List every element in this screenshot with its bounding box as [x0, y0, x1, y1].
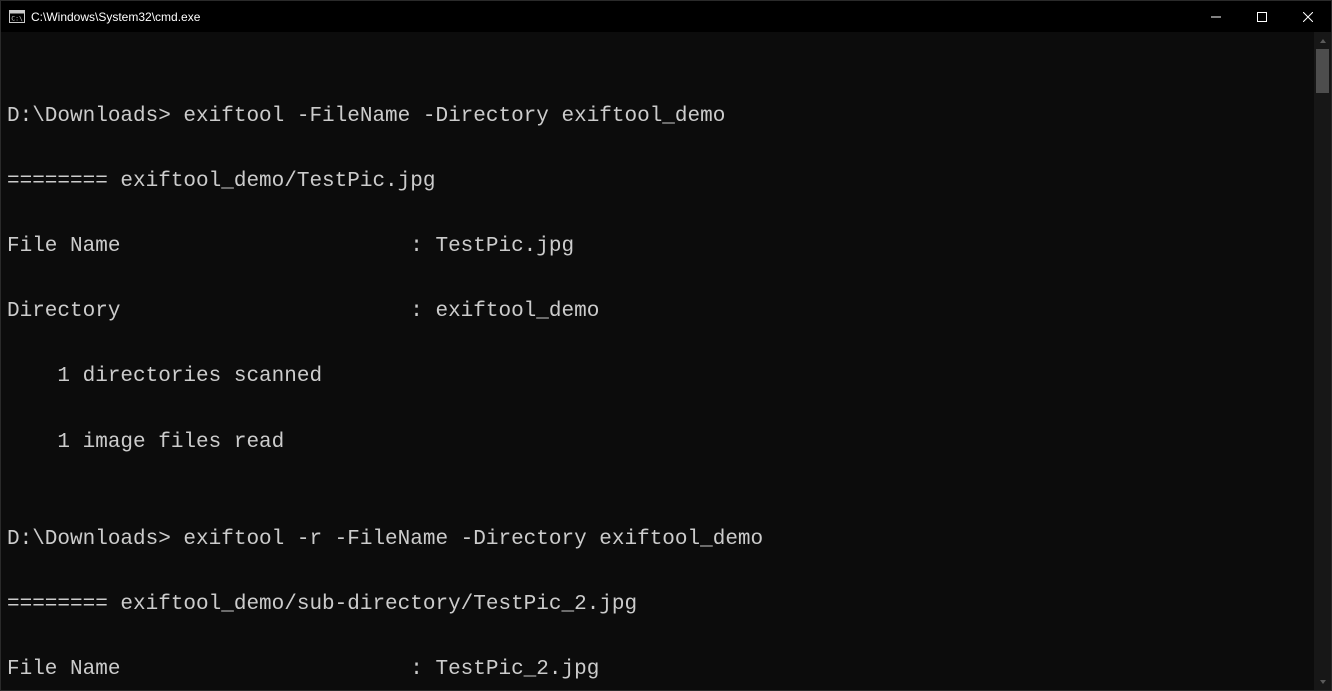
scroll-up-arrow-icon[interactable] [1314, 32, 1331, 49]
scroll-down-arrow-icon[interactable] [1314, 673, 1331, 690]
close-button[interactable] [1285, 1, 1331, 32]
client-area: D:\Downloads> exiftool -FileName -Direct… [1, 32, 1331, 690]
titlebar[interactable]: C:\ C:\Windows\System32\cmd.exe [1, 1, 1331, 32]
terminal-output[interactable]: D:\Downloads> exiftool -FileName -Direct… [1, 32, 1314, 690]
minimize-button[interactable] [1193, 1, 1239, 32]
terminal-line: D:\Downloads> exiftool -FileName -Direct… [7, 101, 1308, 134]
terminal-line: ======== exiftool_demo/sub-directory/Tes… [7, 589, 1308, 622]
terminal-line: ======== exiftool_demo/TestPic.jpg [7, 166, 1308, 199]
cmd-icon: C:\ [9, 9, 25, 25]
maximize-button[interactable] [1239, 1, 1285, 32]
window-controls [1193, 1, 1331, 32]
vertical-scrollbar[interactable] [1314, 32, 1331, 690]
window-title: C:\Windows\System32\cmd.exe [31, 10, 200, 24]
terminal-line: D:\Downloads> exiftool -r -FileName -Dir… [7, 524, 1308, 557]
svg-text:C:\: C:\ [11, 14, 23, 22]
terminal-line: 1 directories scanned [7, 361, 1308, 394]
terminal-line: File Name : TestPic.jpg [7, 231, 1308, 264]
terminal-line: 1 image files read [7, 427, 1308, 460]
terminal-line: File Name : TestPic_2.jpg [7, 654, 1308, 687]
cmd-window: C:\ C:\Windows\System32\cmd.exe D:\Downl… [0, 0, 1332, 691]
terminal-line: Directory : exiftool_demo [7, 296, 1308, 329]
scrollbar-thumb[interactable] [1316, 49, 1329, 93]
